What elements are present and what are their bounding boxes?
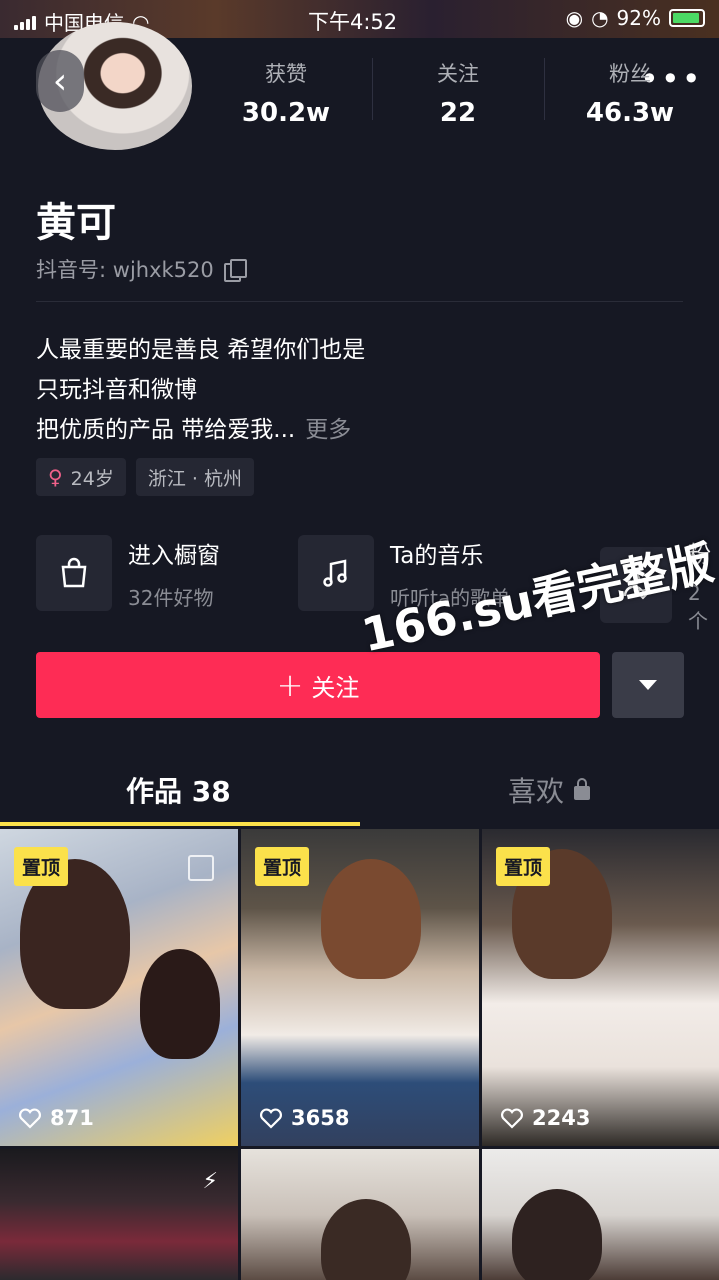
video-thumbnail[interactable]: 置顶 3658 (241, 829, 479, 1146)
heart-icon (19, 1108, 41, 1129)
location-text: 浙江 · 杭州 (147, 467, 242, 490)
flash-icon: ⚡ (202, 1169, 218, 1194)
video-thumbnail[interactable]: 置顶 871 (0, 829, 238, 1146)
video-thumbnail[interactable]: 置顶 2243 (482, 829, 719, 1146)
bio-line: 人最重要的是善良 希望你们也是 (36, 337, 366, 363)
signal-icon (14, 14, 36, 30)
entry-title: 进入橱窗 (128, 542, 220, 569)
location-tag: 浙江 · 杭州 (135, 458, 254, 496)
age-text: 24岁 (70, 467, 114, 490)
battery-icon (669, 9, 705, 27)
douyin-id-label: 抖音号: (36, 258, 113, 282)
entry-shop-window[interactable]: 进入橱窗 32件好物 (36, 535, 220, 611)
shopping-bag-icon (36, 535, 112, 611)
bio-line: 把优质的产品 带给爱我... (36, 417, 296, 443)
heart-icon (501, 1108, 523, 1129)
stat-divider (372, 58, 373, 120)
stat-value: 30.2w (241, 98, 331, 128)
like-count: 3658 (259, 1106, 349, 1130)
bio-more-link[interactable]: 更多 (305, 417, 351, 443)
pinned-badge: 置顶 (496, 847, 551, 886)
copy-icon[interactable] (223, 259, 247, 282)
tab-likes[interactable]: 喜欢 (508, 770, 591, 810)
follow-button[interactable]: + 关注 (36, 652, 600, 718)
tab-works[interactable]: 作品 38 (126, 770, 231, 810)
entry-title: Ta的音乐 (390, 542, 484, 569)
stat-label: 粉丝 (609, 62, 651, 86)
pinned-badge: 置顶 (255, 847, 310, 886)
follow-label: 关注 (311, 673, 360, 702)
status-time: 下午4:52 (308, 10, 398, 34)
divider (36, 301, 683, 302)
tab-likes-label: 喜欢 (508, 775, 565, 808)
active-tab-indicator (0, 822, 360, 826)
female-icon: ♀ (48, 465, 63, 489)
like-count: 2243 (500, 1106, 590, 1130)
back-button[interactable]: ‹ (36, 50, 84, 112)
battery-percent: 92% (616, 6, 661, 30)
stat-label: 获赞 (265, 62, 307, 86)
stat-likes[interactable]: 获赞 30.2w (226, 58, 346, 128)
video-thumbnail[interactable]: ⚡ (0, 1149, 238, 1280)
bio-line: 只玩抖音和微博 (36, 377, 197, 403)
douyin-id: wjhxk520 (112, 258, 214, 282)
age-tag: ♀ 24岁 (36, 458, 126, 496)
douyin-id-row: 抖音号: wjhxk520 (36, 254, 247, 284)
chevron-left-icon: ‹ (52, 60, 68, 102)
video-grid: 置顶 871 置顶 3658 置顶 2243 ⚡ (0, 829, 719, 1280)
video-thumbnail[interactable] (241, 1149, 479, 1280)
entry-subtitle: 32件好物 (128, 585, 214, 610)
bio[interactable]: 人最重要的是善良 希望你们也是 只玩抖音和微博 把优质的产品 带给爱我... 更多 (36, 330, 365, 450)
pinned-badge: 置顶 (14, 847, 69, 886)
like-count-value: 3658 (291, 1106, 350, 1130)
video-thumbnail[interactable] (482, 1149, 719, 1280)
profile-name: 黄可 (36, 200, 116, 246)
orientation-lock-icon: ◉ (565, 6, 584, 30)
like-count-value: 2243 (532, 1106, 591, 1130)
stat-following[interactable]: 关注 22 (398, 58, 518, 128)
stat-followers[interactable]: 粉丝 46.3w (570, 58, 690, 128)
profile-tags: ♀ 24岁 浙江 · 杭州 (36, 458, 254, 496)
lock-icon (574, 778, 591, 800)
like-count-value: 871 (50, 1106, 94, 1130)
stat-value: 46.3w (585, 98, 675, 128)
recommend-dropdown-button[interactable] (612, 652, 684, 718)
stat-value: 22 (439, 98, 477, 128)
like-count: 871 (18, 1106, 94, 1130)
stat-divider (544, 58, 545, 120)
stat-label: 关注 (437, 62, 479, 86)
caret-down-icon (639, 680, 657, 690)
multi-image-icon (188, 855, 214, 881)
plus-icon: + (276, 666, 304, 704)
alarm-icon: ◔ (591, 6, 609, 30)
heart-icon (260, 1108, 282, 1129)
